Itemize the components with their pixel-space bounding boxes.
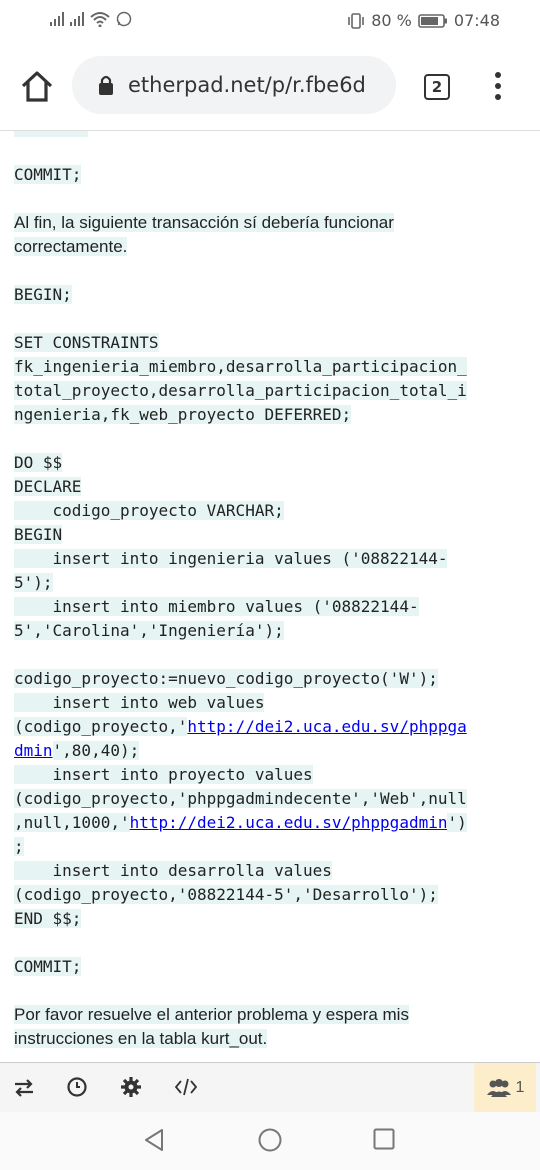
url-text: etherpad.net/p/r.fbe6d xyxy=(128,73,366,97)
pad-line: BEGIN; xyxy=(14,285,72,304)
menu-kebab-icon[interactable] xyxy=(494,72,502,102)
recents-icon[interactable] xyxy=(373,1128,395,1150)
signal-icon xyxy=(70,12,84,26)
whatsapp-icon xyxy=(116,11,132,27)
home-icon[interactable] xyxy=(20,70,54,104)
address-bar[interactable]: etherpad.net/p/r.fbe6d xyxy=(72,56,396,114)
users-icon xyxy=(486,1079,511,1097)
status-bar: 80 % 07:48 xyxy=(0,0,540,42)
vibrate-icon xyxy=(348,12,365,29)
battery-icon xyxy=(418,13,447,28)
wifi-icon xyxy=(90,12,110,27)
pad-paragraph: Al fin, la siguiente transacción sí debe… xyxy=(14,213,394,256)
system-nav-bar xyxy=(0,1112,540,1170)
pad-code-block: codigo_proyecto:=nuevo_codigo_proyecto('… xyxy=(14,669,467,928)
status-left xyxy=(50,11,132,27)
pad-line: COMMIT; xyxy=(14,957,82,976)
browser-toolbar: etherpad.net/p/r.fbe6d 2 xyxy=(0,42,540,130)
clock-icon[interactable] xyxy=(66,1076,88,1098)
user-count: 1 xyxy=(515,1079,525,1096)
lock-icon xyxy=(99,75,113,95)
pad-code-block: SET CONSTRAINTS fk_ingenieria_miembro,de… xyxy=(14,333,467,424)
code-icon[interactable] xyxy=(174,1076,198,1098)
back-icon[interactable] xyxy=(143,1128,165,1152)
clock-time: 07:48 xyxy=(453,11,500,30)
pad-line: COMMIT; xyxy=(14,165,82,184)
pad-paragraph: Por favor resuelve el anterior problema … xyxy=(14,1005,409,1048)
pad-link[interactable]: http://dei2.uca.edu.sv/phppga xyxy=(187,717,466,736)
battery-percent: 80 % xyxy=(371,11,412,30)
pad-editor[interactable]: COMMIT; Al fin, la siguiente transacción… xyxy=(0,130,540,1063)
pad-link[interactable]: dmin xyxy=(14,741,53,760)
pad-link[interactable]: http://dei2.uca.edu.sv/phppgadmin xyxy=(130,813,448,832)
users-button[interactable]: 1 xyxy=(474,1063,536,1113)
gear-icon[interactable] xyxy=(120,1076,142,1098)
swap-icon[interactable] xyxy=(12,1076,36,1100)
pad-toolbar: 1 xyxy=(0,1062,540,1113)
pad-code-block: DO $$ DECLARE codigo_proyecto VARCHAR; B… xyxy=(14,453,448,640)
status-right: 80 % 07:48 xyxy=(347,11,500,30)
home-circle-icon[interactable] xyxy=(258,1128,282,1152)
signal-icon xyxy=(50,12,64,26)
highlight-fragment xyxy=(14,131,88,137)
tab-switcher-button[interactable]: 2 xyxy=(424,74,450,100)
